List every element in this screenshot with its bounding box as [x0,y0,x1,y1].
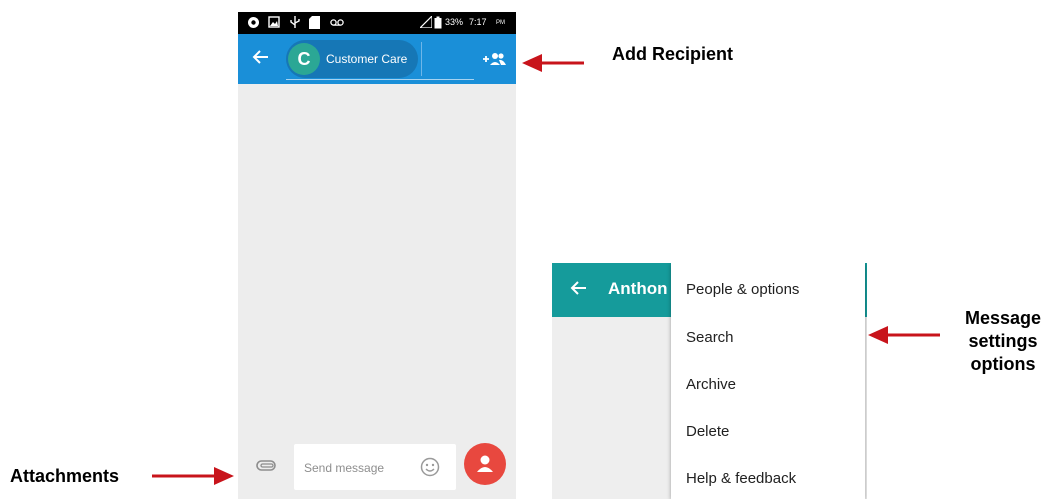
back-arrow-icon[interactable] [570,279,588,301]
message-settings-label-line3: options [970,354,1036,374]
voicemail-icon [330,16,344,32]
attachments-arrow-icon [152,467,234,485]
message-settings-label-line2: settings [968,331,1038,351]
emoji-icon[interactable] [420,457,440,477]
menu-item-delete[interactable]: Delete [686,423,729,440]
menu-item-help-feedback[interactable]: Help & feedback [686,470,796,487]
signal-icon [418,14,433,31]
battery-percent: 33% [445,17,464,27]
recipient-field-divider [421,42,422,76]
conversation-title: Anthon [608,279,668,298]
clock-time: 7:17 [469,17,487,27]
menu-item-people-options[interactable]: People & options [686,281,799,298]
message-input[interactable]: Send message [294,444,456,490]
message-input-placeholder: Send message [304,461,385,475]
message-settings-label-line1: Message [964,308,1042,328]
recipient-field-underline [286,79,474,80]
attachments-label: Attachments [10,466,120,486]
add-recipient-arrow-icon [522,54,584,72]
recipient-name: Customer Care [326,52,408,66]
message-settings-label: Message settings options [955,307,1051,376]
contact-fab-button[interactable] [464,443,506,485]
usb-icon [290,16,300,32]
compose-app-bar: C Customer Care [238,34,516,84]
phone-screen-compose: 33% 7:17 PM C Customer Care Send message [238,12,516,499]
add-recipient-label: Add Recipient [612,44,734,64]
settings-icon [247,16,260,32]
overflow-menu: People & options Search Archive Delete H… [671,263,865,499]
menu-item-archive[interactable]: Archive [686,376,736,393]
clock-ampm: PM [496,20,505,26]
phone-screen-conversation: Anthon People & options Search Archive D… [552,263,867,499]
menu-item-search[interactable]: Search [686,329,734,346]
battery-icon [434,16,442,32]
back-arrow-icon[interactable] [252,48,272,68]
add-recipient-icon[interactable] [481,48,507,70]
sd-card-icon [309,16,320,32]
status-bar: 33% 7:17 PM [238,12,516,34]
attachment-icon[interactable] [256,459,278,473]
message-settings-arrow-icon [868,326,940,344]
image-icon [268,16,280,31]
recipient-chip[interactable]: C Customer Care [286,40,418,78]
recipient-avatar: C [288,43,320,75]
contact-icon [477,455,493,472]
